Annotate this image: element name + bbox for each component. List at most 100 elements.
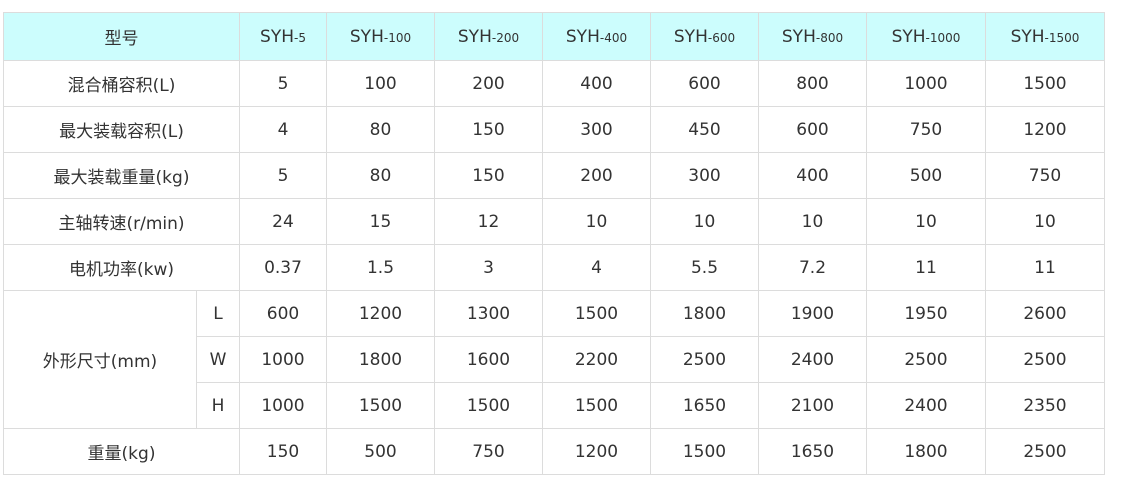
- table-cell: 1600: [434, 336, 543, 383]
- table-cell: 450: [650, 106, 759, 153]
- table-row: 电机功率(kw) 0.37 1.5 3 4 5.5 7.2 11 11: [3, 244, 1105, 291]
- table-cell: 1200: [542, 428, 651, 475]
- table-row: 最大装载重量(kg) 5 80 150 200 300 400 500 750: [3, 152, 1105, 199]
- model-name: SYH: [260, 26, 294, 47]
- table-cell: 1650: [650, 382, 759, 429]
- table-cell: 1950: [866, 290, 986, 337]
- table-row: 主轴转速(r/min) 24 15 12 10 10 10 10 10: [3, 198, 1105, 245]
- table-cell: 80: [326, 152, 435, 199]
- table-cell: 1800: [326, 336, 435, 383]
- table-cell: 10: [650, 198, 759, 245]
- row-label: 最大装载重量(kg): [3, 152, 240, 199]
- table-cell: 750: [434, 428, 543, 475]
- table-cell: 600: [650, 60, 759, 107]
- model-name: SYH: [673, 26, 708, 47]
- model-header-cell: SYH-5: [239, 12, 327, 61]
- table-cell: 1800: [650, 290, 759, 337]
- table-cell: 2500: [985, 428, 1105, 475]
- table-cell: 500: [866, 152, 986, 199]
- table-cell: 600: [239, 290, 327, 337]
- table-cell: 1.5: [326, 244, 435, 291]
- table-cell: 150: [434, 106, 543, 153]
- table-cell: 1500: [985, 60, 1105, 107]
- model-header-cell: SYH-800: [758, 12, 867, 61]
- table-cell: 4: [542, 244, 651, 291]
- table-cell: 24: [239, 198, 327, 245]
- model-number: -1500: [1044, 30, 1080, 45]
- table-cell: 600: [758, 106, 867, 153]
- table-cell: 300: [650, 152, 759, 199]
- dimensions-label: 外形尺寸(mm): [3, 290, 197, 429]
- model-name: SYH: [457, 26, 492, 47]
- table-cell: 1000: [239, 382, 327, 429]
- model-header-cell: SYH-1000: [866, 12, 986, 61]
- model-header-cell: SYH-100: [326, 12, 435, 61]
- table-row: 混合桶容积(L) 5 100 200 400 600 800 1000 1500: [3, 60, 1105, 107]
- table-cell: 10: [985, 198, 1105, 245]
- header-row: 型号 SYH-5 SYH-100 SYH-200 SYH-400 SYH-600…: [3, 12, 1105, 61]
- table-cell: 10: [758, 198, 867, 245]
- table-cell: 2400: [758, 336, 867, 383]
- table-cell: 2500: [650, 336, 759, 383]
- table-cell: 2200: [542, 336, 651, 383]
- row-label: 主轴转速(r/min): [3, 198, 240, 245]
- table-cell: 200: [434, 60, 543, 107]
- row-label: 最大装载容积(L): [3, 106, 240, 153]
- table-cell: 2100: [758, 382, 867, 429]
- table-cell: 1000: [239, 336, 327, 383]
- table-cell: 2400: [866, 382, 986, 429]
- table-cell: 10: [542, 198, 651, 245]
- table-cell: 7.2: [758, 244, 867, 291]
- model-name: SYH: [781, 26, 816, 47]
- table-cell: 500: [326, 428, 435, 475]
- table-row: 重量(kg) 150 500 750 1200 1500 1650 1800 2…: [3, 428, 1105, 475]
- model-number: -800: [815, 30, 844, 45]
- table-cell: 150: [239, 428, 327, 475]
- table-cell: 1650: [758, 428, 867, 475]
- table-cell: 200: [542, 152, 651, 199]
- model-name: SYH: [1010, 26, 1045, 47]
- table-cell: 10: [866, 198, 986, 245]
- model-header-cell: SYH-600: [650, 12, 759, 61]
- table-cell: 1900: [758, 290, 867, 337]
- table-cell: 1500: [434, 382, 543, 429]
- table-cell: 0.37: [239, 244, 327, 291]
- table-cell: 15: [326, 198, 435, 245]
- table-cell: 5.5: [650, 244, 759, 291]
- table-cell: 1300: [434, 290, 543, 337]
- dimension-axis: W: [196, 336, 240, 383]
- model-header-cell: SYH-400: [542, 12, 651, 61]
- table-cell: 5: [239, 152, 327, 199]
- model-number: -5: [294, 30, 306, 45]
- table-cell: 1500: [650, 428, 759, 475]
- table-cell: 1200: [326, 290, 435, 337]
- dimension-axis: L: [196, 290, 240, 337]
- table-cell: 150: [434, 152, 543, 199]
- table-cell: 12: [434, 198, 543, 245]
- model-name: SYH: [891, 26, 926, 47]
- table-cell: 11: [866, 244, 986, 291]
- model-name: SYH: [349, 26, 384, 47]
- spec-table: 型号 SYH-5 SYH-100 SYH-200 SYH-400 SYH-600…: [3, 12, 1105, 475]
- model-number: -200: [491, 30, 520, 45]
- table-cell: 2500: [866, 336, 986, 383]
- table-cell: 400: [758, 152, 867, 199]
- model-number: -600: [707, 30, 736, 45]
- table-cell: 2350: [985, 382, 1105, 429]
- table-cell: 1800: [866, 428, 986, 475]
- table-cell: 1500: [542, 382, 651, 429]
- table-cell: 5: [239, 60, 327, 107]
- table-cell: 1200: [985, 106, 1105, 153]
- model-header-cell: SYH-1500: [985, 12, 1105, 61]
- table-cell: 100: [326, 60, 435, 107]
- dimension-axis: H: [196, 382, 240, 429]
- table-cell: 300: [542, 106, 651, 153]
- table-cell: 1500: [326, 382, 435, 429]
- table-cell: 2500: [985, 336, 1105, 383]
- table-cell: 4: [239, 106, 327, 153]
- row-label: 重量(kg): [3, 428, 240, 475]
- table-cell: 800: [758, 60, 867, 107]
- model-header-label: 型号: [3, 12, 240, 61]
- table-cell: 3: [434, 244, 543, 291]
- model-name: SYH: [565, 26, 600, 47]
